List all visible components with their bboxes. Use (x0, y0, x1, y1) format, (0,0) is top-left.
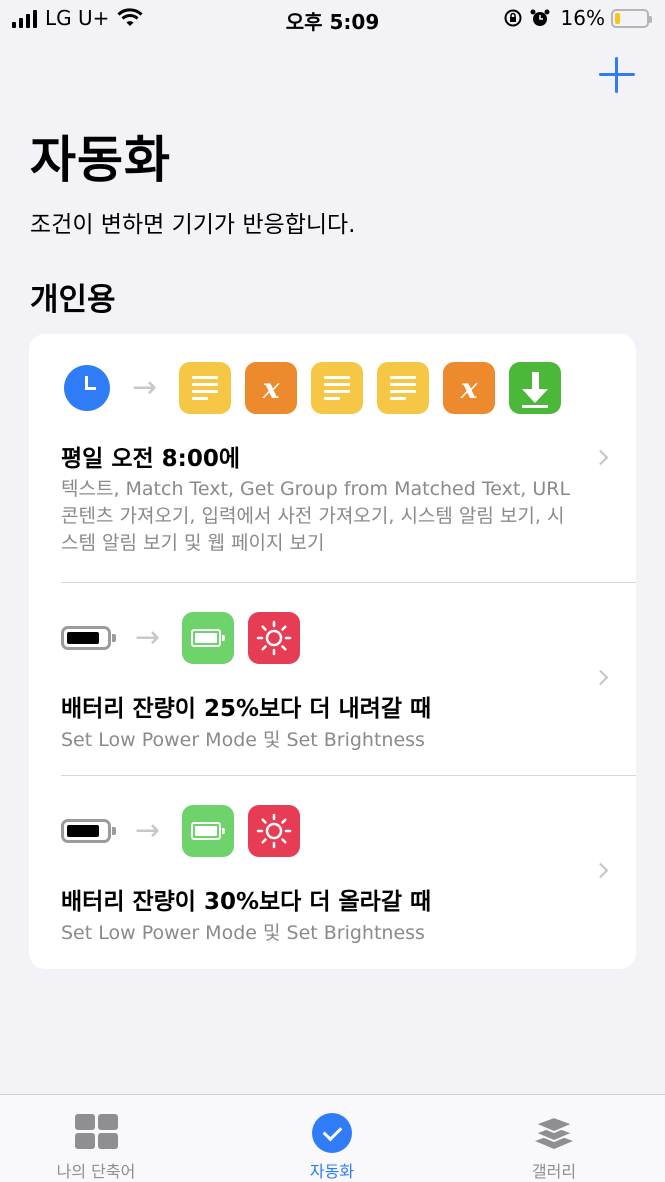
layers-icon (533, 1115, 575, 1149)
tab-bar: 나의 단축어 자동화 갤러리 (0, 1094, 665, 1182)
battery-percent: 16% (560, 6, 605, 30)
status-bar: LG U+ 오후 5:09 16% (0, 0, 665, 40)
arrow-right-icon: → (132, 370, 158, 405)
alarm-icon (530, 9, 550, 26)
tab-automation[interactable]: 자동화 (252, 1095, 412, 1182)
automation-title: 배터리 잔량이 25%보다 더 내려갈 때 (61, 696, 432, 722)
battery-icon (61, 819, 116, 843)
low-power-icon (182, 612, 235, 664)
orientation-lock-icon (504, 9, 522, 27)
chevron-right-icon (592, 669, 609, 686)
automation-row[interactable]: → 배터리 잔량이 30%보다 더 올라갈 때 Set Low Power Mo… (29, 776, 636, 969)
automation-row[interactable]: → x x 평일 오전 8:00에 텍스트, Match Text, Get G… (29, 334, 636, 582)
automation-list: → x x 평일 오전 8:00에 텍스트, Match Text, Get G… (29, 334, 636, 969)
variable-icon: x (245, 362, 298, 414)
automation-row[interactable]: → 배터리 잔량이 25%보다 더 내려갈 때 Set Low Power Mo… (29, 583, 636, 775)
tab-gallery[interactable]: 갤러리 (474, 1095, 634, 1182)
add-automation-button[interactable] (599, 57, 635, 93)
tab-label: 나의 단축어 (56, 1162, 136, 1181)
text-icon (377, 362, 430, 414)
low-power-icon (182, 805, 235, 857)
automation-description: Set Low Power Mode 및 Set Brightness (61, 922, 425, 944)
battery-icon (61, 626, 116, 650)
brightness-icon (248, 805, 301, 857)
automation-title: 배터리 잔량이 30%보다 더 올라갈 때 (61, 889, 432, 915)
arrow-right-icon: → (135, 620, 161, 655)
checkmark-circle-icon (312, 1113, 352, 1153)
automation-description: Set Low Power Mode 및 Set Brightness (61, 729, 425, 751)
text-icon (179, 362, 232, 414)
chevron-right-icon (592, 449, 609, 466)
chevron-right-icon (592, 862, 609, 879)
tab-label: 자동화 (309, 1162, 355, 1181)
page-title: 자동화 (30, 131, 171, 189)
tab-label: 갤러리 (531, 1162, 577, 1181)
automation-title: 평일 오전 8:00에 (61, 446, 241, 472)
section-title: 개인용 (30, 282, 116, 318)
arrow-right-icon: → (135, 813, 161, 848)
text-icon (311, 362, 364, 414)
tab-my-shortcuts[interactable]: 나의 단축어 (16, 1095, 176, 1182)
variable-icon: x (443, 362, 496, 414)
page-subtitle: 조건이 변하면 기기가 반응합니다. (30, 212, 356, 238)
automation-description: 텍스트, Match Text, Get Group from Matched … (61, 478, 571, 554)
battery-icon (611, 8, 652, 28)
grid-icon (75, 1114, 119, 1150)
download-icon (509, 362, 562, 414)
clock-icon (64, 365, 110, 411)
brightness-icon (248, 612, 301, 664)
